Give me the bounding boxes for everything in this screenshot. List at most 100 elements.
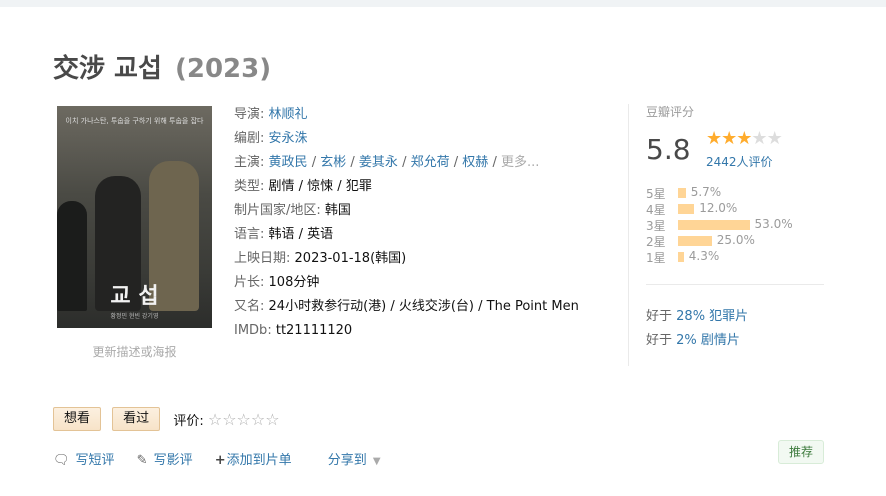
movie-info: 导演: 林顺礼 编剧: 安永洙 主演: 黄政民 / 玄彬 / 姜其永 / 郑允荷… — [234, 103, 579, 343]
cast-more-link[interactable]: 更多... — [501, 155, 539, 170]
action-bar: 想看 看过 评价: ☆☆☆☆☆ — [53, 407, 280, 431]
director-label: 导演: — [234, 107, 265, 122]
add-to-list-link[interactable]: +添加到片单 — [215, 449, 292, 468]
better-than-link[interactable]: 28% 犯罪片 — [676, 309, 748, 324]
rate-star-icon[interactable]: ☆ — [222, 410, 236, 429]
rating-dist-label: 1星 — [646, 251, 666, 265]
movie-year: (2023) — [174, 54, 272, 84]
imdb-label: IMDb: — [234, 323, 272, 338]
rating-dist-label: 3星 — [646, 219, 666, 233]
rating-stars: ★★★★★ — [706, 128, 783, 149]
rate-star-icon[interactable]: ☆ — [237, 410, 251, 429]
rating-dist-percent: 53.0% — [754, 217, 793, 231]
write-review-link[interactable]: ✎ 写影评 — [137, 449, 193, 468]
rating-dist-bar — [678, 204, 695, 214]
page-title: 交涉 교섭 (2023) — [53, 48, 271, 85]
rating-dist-bar — [678, 188, 686, 198]
star-filled-icon: ★ — [736, 128, 752, 149]
rating-dist-label: 2星 — [646, 235, 666, 249]
director-link[interactable]: 林顺礼 — [269, 107, 308, 122]
better-than: 好于 28% 犯罪片 好于 2% 剧情片 — [646, 305, 748, 353]
better-than-prefix: 好于 — [646, 333, 673, 348]
imdb-row: IMDb: tt21111120 — [234, 319, 579, 343]
better-than-link[interactable]: 2% 剧情片 — [676, 333, 740, 348]
movie-poster[interactable]: 이치 가나스탄, 투숩을 구하기 위해 투숩을 잡다 교 섭 황정민 현빈 강기… — [57, 106, 212, 328]
write-short-review-link[interactable]: 🗨 写短评 — [53, 449, 115, 468]
rating-dist-percent: 12.0% — [699, 201, 738, 215]
rating-label: 豆瓣评分 — [646, 105, 695, 119]
cast-link[interactable]: 郑允荷 — [411, 155, 450, 170]
update-description-link[interactable]: 更新描述或海报 — [57, 343, 212, 360]
rate-label: 评价: — [173, 413, 204, 429]
genre-row: 类型: 剧情 / 惊悚 / 犯罪 — [234, 175, 579, 199]
country-value: 韩国 — [324, 203, 351, 218]
rating-people-link[interactable]: 2442人评价 — [706, 153, 773, 170]
runtime-label: 片长: — [234, 275, 265, 290]
watched-button[interactable]: 看过 — [112, 407, 161, 431]
write-review-label: 写影评 — [153, 453, 193, 468]
cast-link[interactable]: 玄彬 — [320, 155, 346, 170]
release-value: 2023-01-18(韩国) — [294, 251, 407, 266]
better-than-prefix: 好于 — [646, 309, 673, 324]
recommend-button[interactable]: 推荐 — [778, 440, 825, 464]
cast-row: 主演: 黄政民 / 玄彬 / 姜其永 / 郑允荷 / 权赫 / 更多... — [234, 151, 579, 175]
genre-label: 类型: — [234, 179, 265, 194]
add-to-list-label: 添加到片单 — [226, 453, 292, 468]
poster-tagline: 이치 가나스탄, 투숩을 구하기 위해 투숩을 잡다 — [65, 117, 204, 125]
rating-dist-percent: 4.3% — [688, 249, 720, 263]
rating-dist-percent: 5.7% — [690, 185, 722, 199]
writer-link[interactable]: 安永洙 — [269, 131, 308, 146]
aka-row: 又名: 24小时救参行动(港) / 火线交涉(台) / The Point Me… — [234, 295, 579, 319]
rating-dist-bar — [678, 236, 712, 246]
plus-icon: + — [214, 453, 226, 468]
star-empty-icon: ★ — [751, 128, 767, 149]
runtime-value: 108分钟 — [268, 275, 320, 290]
star-filled-icon: ★ — [721, 128, 737, 149]
write-short-review-label: 写短评 — [75, 453, 115, 468]
top-bar — [0, 0, 886, 7]
writer-row: 编剧: 安永洙 — [234, 127, 579, 151]
cast-label: 主演: — [234, 155, 265, 170]
star-empty-icon: ★ — [766, 128, 783, 149]
share-link[interactable]: 分享到 ▼ — [328, 449, 381, 468]
rate-star-icon[interactable]: ☆ — [265, 410, 279, 429]
movie-title: 交涉 교섭 — [53, 54, 162, 84]
release-row: 上映日期: 2023-01-18(韩国) — [234, 247, 579, 271]
rate-star-icon[interactable]: ☆ — [251, 410, 265, 429]
aka-value: 24小时救参行动(港) / 火线交涉(台) / The Point Men — [268, 299, 579, 314]
divider-horizontal — [646, 284, 824, 285]
pencil-icon: ✎ — [136, 453, 148, 468]
cast-link[interactable]: 黄政民 — [269, 155, 308, 170]
cast-separator: / — [402, 155, 407, 170]
cast-separator: / — [492, 155, 497, 170]
cast-separator: / — [311, 155, 317, 170]
bottom-links: 🗨 写短评 ✎ 写影评 +添加到片单 分享到 ▼ — [53, 449, 399, 468]
cast-link[interactable]: 权赫 — [462, 155, 488, 170]
language-value: 韩语 / 英语 — [268, 227, 334, 242]
better-than-row: 好于 2% 剧情片 — [646, 329, 748, 353]
rating-dist-bar — [678, 220, 750, 230]
want-to-watch-button[interactable]: 想看 — [53, 407, 102, 431]
release-label: 上映日期: — [234, 251, 291, 266]
imdb-value: tt21111120 — [275, 323, 353, 338]
rate-stars: ☆☆☆☆☆ — [208, 410, 280, 429]
star-filled-icon: ★ — [706, 128, 722, 149]
rate-star-icon[interactable]: ☆ — [208, 410, 222, 429]
better-than-row: 好于 28% 犯罪片 — [646, 305, 748, 329]
country-row: 制片国家/地区: 韩国 — [234, 199, 579, 223]
comment-icon: 🗨 — [53, 453, 70, 468]
language-row: 语言: 韩语 / 英语 — [234, 223, 579, 247]
rating-dist-label: 5星 — [646, 187, 666, 201]
rating-dist-bar — [678, 252, 684, 262]
divider-vertical — [628, 104, 629, 366]
poster-credits: 황정민 현빈 강기영 — [110, 313, 159, 320]
aka-label: 又名: — [234, 299, 265, 314]
cast-separator: / — [453, 155, 459, 170]
director-row: 导演: 林顺礼 — [234, 103, 579, 127]
language-label: 语言: — [234, 227, 265, 242]
runtime-row: 片长: 108分钟 — [234, 271, 579, 295]
caret-down-icon: ▼ — [372, 456, 381, 467]
cast-link[interactable]: 姜其永 — [359, 155, 398, 170]
poster-title: 교 섭 — [110, 284, 159, 309]
rating-section: 豆瓣评分 5.8 ★★★★★ 2442人评价 5星 5.7% 4星 12.0% 3星 53… — [646, 103, 836, 265]
